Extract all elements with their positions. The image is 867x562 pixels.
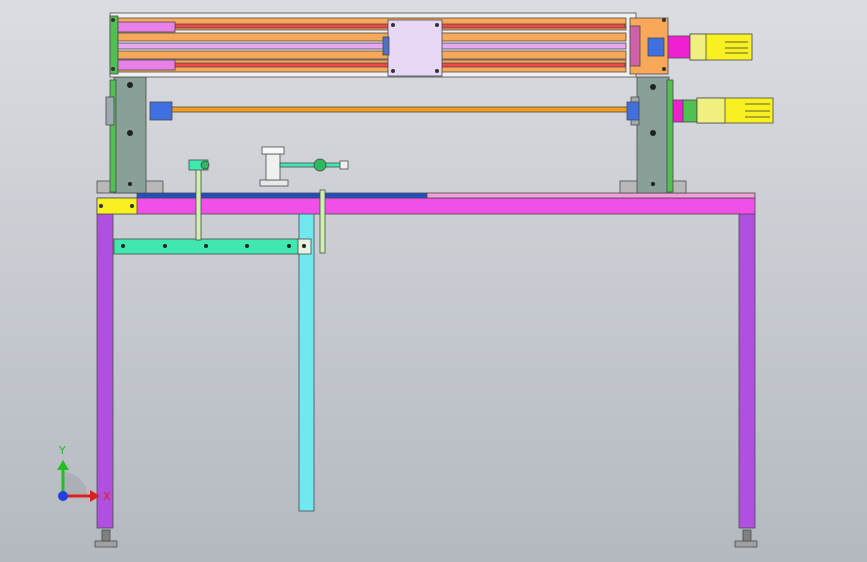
center-post-cap [261, 146, 285, 155]
left-bearing-housing [149, 101, 173, 121]
upper-right-plate-inner [629, 25, 641, 67]
left-tool-knob [200, 160, 210, 170]
upper-carriage-collar [382, 36, 390, 56]
left-upright-flange [105, 96, 115, 126]
tabletop-blue-strip [136, 192, 428, 199]
lower-rod [171, 106, 628, 113]
center-post [265, 153, 281, 181]
vertical-pin-right [319, 189, 326, 254]
upper-rail-mid-bottom [117, 50, 627, 60]
center-post-base [259, 179, 289, 187]
tool-arm-knob [313, 158, 327, 172]
upper-rail-mid-top [117, 32, 627, 42]
right-bearing-housing [626, 101, 640, 121]
upper-piston-bottom [117, 59, 176, 71]
axis-z-dot [58, 491, 68, 501]
upper-module [109, 12, 753, 78]
tool-arm [279, 162, 346, 168]
vertical-pin-left [195, 167, 202, 241]
upper-coupling [647, 37, 665, 57]
support-leg [298, 212, 315, 512]
left-foot-stem [101, 529, 111, 542]
left-foot-pad [94, 540, 118, 548]
machine-drawing: Y X [0, 0, 867, 562]
lower-motor-adapter [682, 99, 698, 123]
lower-motor-cap [696, 97, 726, 124]
upper-carriage [387, 19, 443, 77]
lower-coupling [672, 99, 684, 123]
right-upright-green-post [666, 79, 674, 193]
tool-arm-tip [339, 160, 349, 170]
upper-rod-center [117, 42, 627, 50]
upper-motor-flange [667, 35, 691, 59]
upper-motor-cap [689, 33, 707, 61]
axis-y-label: Y [58, 444, 66, 457]
right-foot-stem [742, 529, 752, 542]
cad-viewport[interactable]: Y X [0, 0, 867, 562]
tabletop-pink-strip [426, 192, 756, 199]
upper-left-endplate [109, 15, 119, 75]
upper-piston-top [117, 21, 176, 33]
right-leg [738, 212, 756, 529]
axis-x-label: X [103, 490, 111, 503]
left-leg [96, 212, 114, 529]
right-foot-pad [734, 540, 758, 548]
